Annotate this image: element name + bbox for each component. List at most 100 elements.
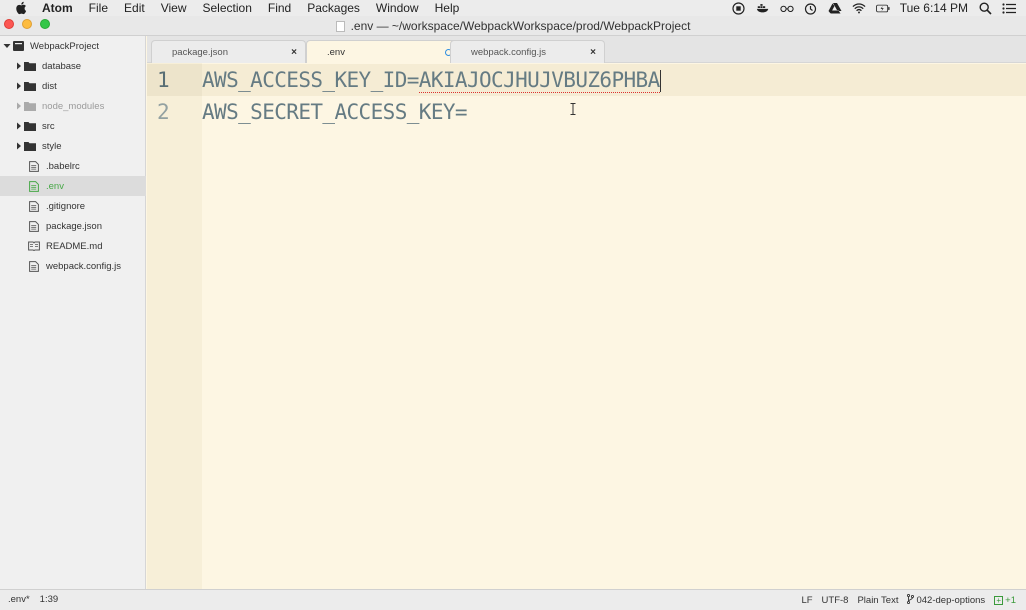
tree-item-label: README.md	[46, 240, 103, 252]
menu-find[interactable]: Find	[260, 0, 299, 16]
chevron-right-icon[interactable]	[14, 141, 24, 151]
tree-item-babelrc[interactable]: .babelrc	[0, 156, 146, 176]
git-added-count: +1	[1005, 595, 1016, 606]
line-number: 2	[157, 100, 170, 124]
tab-label: .env	[327, 47, 345, 58]
chevron-right-icon[interactable]	[14, 101, 24, 111]
menu-bar: Atom File Edit View Selection Find Packa…	[0, 0, 1026, 16]
tree-item-readme[interactable]: README.md	[0, 236, 146, 256]
tree-item-env[interactable]: .env	[0, 176, 146, 196]
tab-webpack-config[interactable]: webpack.config.js ×	[450, 40, 605, 63]
wifi-icon[interactable]	[852, 1, 866, 15]
status-grammar[interactable]: Plain Text	[857, 595, 898, 606]
battery-icon[interactable]	[875, 1, 890, 15]
menu-selection[interactable]: Selection	[195, 0, 260, 16]
menu-clock[interactable]: Tue 6:14 PM	[900, 1, 968, 15]
folder-icon	[24, 141, 36, 151]
close-tab-button[interactable]: ×	[588, 47, 598, 58]
tree-item-label: node_modules	[42, 100, 105, 112]
file-text-icon	[28, 260, 40, 272]
chevron-right-icon[interactable]	[14, 81, 24, 91]
plus-box-icon: +	[994, 596, 1004, 605]
tree-project-label: WebpackProject	[30, 40, 99, 52]
line-number-gutter: 1 2	[147, 63, 202, 589]
tree-item-style[interactable]: style	[0, 136, 146, 156]
git-branch-icon	[907, 593, 915, 607]
tab-label: package.json	[172, 46, 228, 58]
close-tab-button[interactable]: ×	[289, 47, 299, 58]
repo-icon	[12, 41, 24, 51]
tree-item-label: dist	[42, 80, 57, 92]
apple-icon[interactable]	[14, 1, 28, 15]
status-cursor-position[interactable]: 1:39	[40, 594, 59, 605]
drive-icon[interactable]	[828, 1, 842, 15]
file-text-icon	[28, 200, 40, 212]
menu-packages[interactable]: Packages	[299, 0, 368, 16]
status-git-branch[interactable]: 042-dep-options	[907, 593, 986, 607]
tab-bar: package.json × .env webpack.config.js ×	[147, 36, 1026, 64]
env-key: AWS_ACCESS_KEY_ID=	[202, 68, 419, 92]
file-text-icon	[28, 220, 40, 232]
env-key: AWS_SECRET_ACCESS_KEY=	[202, 100, 468, 124]
tree-item-database[interactable]: database	[0, 56, 146, 76]
notification-list-icon[interactable]	[1002, 1, 1016, 15]
tree-item-gitignore[interactable]: .gitignore	[0, 196, 146, 216]
status-git-changes[interactable]: + +1	[994, 595, 1016, 606]
tree-item-label: package.json	[46, 220, 102, 232]
status-bar: .env* 1:39 LF UTF-8 Plain Text 042-dep-o…	[0, 589, 1026, 610]
tree-item-label: .env	[46, 180, 64, 192]
tree-item-label: webpack.config.js	[46, 260, 121, 272]
tree-item-node-modules[interactable]: node_modules	[0, 96, 146, 116]
book-icon	[28, 241, 40, 251]
tab-label: webpack.config.js	[471, 46, 546, 58]
tree-item-label: .babelrc	[46, 160, 80, 172]
menu-edit[interactable]: Edit	[116, 0, 153, 16]
git-branch-label: 042-dep-options	[916, 595, 986, 606]
status-line-ending[interactable]: LF	[801, 595, 812, 606]
tree-project-root[interactable]: WebpackProject	[0, 36, 146, 56]
docker-icon[interactable]	[756, 1, 770, 15]
tree-item-src[interactable]: src	[0, 116, 146, 136]
tree-item-webpack-config[interactable]: webpack.config.js	[0, 256, 146, 276]
text-cursor	[659, 70, 661, 92]
file-text-icon	[28, 160, 40, 172]
folder-icon	[24, 121, 36, 131]
chevron-right-icon[interactable]	[14, 121, 24, 131]
tree-item-package-json[interactable]: package.json	[0, 216, 146, 236]
tree-item-label: database	[42, 60, 82, 72]
tree-item-label: src	[42, 120, 55, 132]
menu-file[interactable]: File	[81, 0, 116, 16]
chevron-right-icon[interactable]	[14, 61, 24, 71]
editor-pane[interactable]: 1 2 AWS_ACCESS_KEY_ID=AKIAJOCJHUJVBUZ6PH…	[147, 63, 1026, 589]
status-encoding[interactable]: UTF-8	[822, 595, 849, 606]
folder-icon	[24, 81, 36, 91]
timer-icon[interactable]	[804, 1, 818, 15]
record-icon[interactable]	[732, 1, 746, 15]
code-line[interactable]: AWS_ACCESS_KEY_ID=AKIAJOCJHUJVBUZ6PHBA	[202, 64, 1026, 96]
menu-app-name[interactable]: Atom	[42, 0, 81, 16]
env-value: AKIAJOCJHUJVBUZ6PHBA	[418, 68, 660, 93]
glasses-icon[interactable]	[780, 1, 794, 15]
menu-window[interactable]: Window	[368, 0, 427, 16]
tree-item-label: style	[42, 140, 62, 152]
status-file-name[interactable]: .env*	[8, 594, 30, 605]
tree-item-dist[interactable]: dist	[0, 76, 146, 96]
menu-help[interactable]: Help	[427, 0, 468, 16]
tree-item-label: .gitignore	[46, 200, 86, 212]
search-icon[interactable]	[978, 1, 992, 15]
folder-icon	[24, 101, 36, 111]
window-title-text: .env — ~/workspace/WebpackWorkspace/prod…	[350, 19, 691, 33]
ibeam-cursor-icon	[570, 102, 576, 115]
folder-icon	[24, 61, 36, 71]
tab-env[interactable]: .env	[306, 40, 461, 64]
menu-status-area: Tue 6:14 PM	[732, 0, 1026, 16]
window-title: .env — ~/workspace/WebpackWorkspace/prod…	[0, 19, 1026, 33]
line-number: 1	[147, 64, 202, 96]
file-text-icon	[28, 180, 40, 192]
code-line[interactable]: AWS_SECRET_ACCESS_KEY=	[202, 96, 468, 128]
window-titlebar: .env — ~/workspace/WebpackWorkspace/prod…	[0, 16, 1026, 36]
menu-view[interactable]: View	[153, 0, 195, 16]
tree-view: WebpackProject database dist node_module…	[0, 36, 146, 589]
tab-package-json[interactable]: package.json ×	[151, 40, 306, 63]
chevron-down-icon[interactable]	[2, 41, 12, 51]
